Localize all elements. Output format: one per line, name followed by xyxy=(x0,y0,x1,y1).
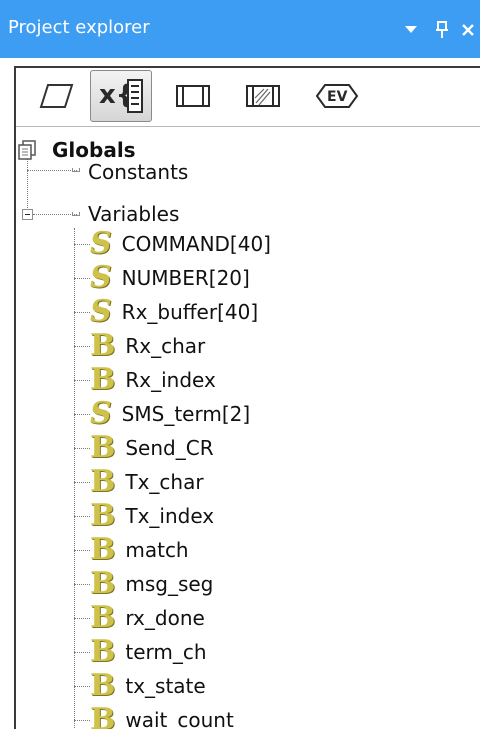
byte-type-icon: B xyxy=(90,566,116,601)
byte-type-icon: B xyxy=(90,634,116,669)
variable-label: msg_seg xyxy=(125,572,214,596)
hatched-module-icon xyxy=(246,85,280,107)
string-type-icon: S xyxy=(90,294,112,329)
variable-label: Rx_index xyxy=(125,368,216,392)
explorer-content: x{EV Globals Constants Variables S COMM… xyxy=(14,66,480,729)
byte-type-icon: B xyxy=(90,362,116,397)
variable-item[interactable]: B Tx_index xyxy=(90,500,214,532)
variable-item[interactable]: S NUMBER[20] xyxy=(90,262,250,294)
variable-item[interactable]: B Tx_char xyxy=(90,466,204,498)
variables-connector xyxy=(33,214,77,215)
byte-type-icon: B xyxy=(90,328,116,363)
row-connector xyxy=(74,652,90,653)
variable-label: NUMBER[20] xyxy=(121,266,250,290)
constants-connector xyxy=(27,170,77,171)
row-connector xyxy=(74,482,90,483)
row-connector xyxy=(74,414,90,415)
row-connector xyxy=(74,550,90,551)
row-connector xyxy=(74,618,90,619)
module-icon xyxy=(176,85,210,107)
byte-type-icon: B xyxy=(90,702,116,729)
row-connector xyxy=(74,346,90,347)
module-tool-button[interactable] xyxy=(162,70,224,122)
row-connector xyxy=(74,584,90,585)
globals-icon xyxy=(16,138,40,162)
variable-item[interactable]: S COMMAND[40] xyxy=(90,228,271,260)
string-type-icon: S xyxy=(90,226,112,261)
row-connector xyxy=(74,244,90,245)
close-icon[interactable] xyxy=(456,18,480,42)
variable-label: rx_done xyxy=(125,606,205,630)
byte-type-icon: B xyxy=(90,600,116,635)
project-explorer-panel: Project explorer x{EV Globals Constants… xyxy=(0,0,480,729)
row-connector xyxy=(74,448,90,449)
row-connector xyxy=(74,380,90,381)
variable-label: Tx_char xyxy=(125,470,204,494)
variable-item[interactable]: B rx_done xyxy=(90,602,205,634)
explorer-tree: Globals Constants Variables S COMMAND[40… xyxy=(16,128,480,729)
variable-item[interactable]: S Rx_buffer[40] xyxy=(90,296,258,328)
event-icon: EV xyxy=(315,84,359,108)
variable-item[interactable]: B msg_seg xyxy=(90,568,213,600)
variable-item[interactable]: B Rx_char xyxy=(90,330,205,362)
string-type-icon: S xyxy=(90,260,112,295)
variable-item[interactable]: B term_ch xyxy=(90,636,207,668)
row-connector xyxy=(74,720,90,721)
row-connector xyxy=(74,686,90,687)
variable-label: COMMAND[40] xyxy=(121,232,271,256)
byte-type-icon: B xyxy=(90,668,116,703)
variable-label: Send_CR xyxy=(125,436,214,460)
byte-type-icon: B xyxy=(90,464,116,499)
panel-titlebar: Project explorer xyxy=(0,0,480,58)
parallelogram-tool-button[interactable] xyxy=(26,70,88,122)
variables-tool-button[interactable]: x{ xyxy=(90,70,152,122)
event-tool-button[interactable]: EV xyxy=(306,70,368,122)
constants-label: Constants xyxy=(88,160,189,184)
variables-icon: x{ xyxy=(99,79,143,113)
variable-label: SMS_term[2] xyxy=(121,402,251,426)
variable-label: Rx_char xyxy=(125,334,206,358)
variable-label: Tx_index xyxy=(125,504,215,528)
byte-type-icon: B xyxy=(90,532,116,567)
explorer-toolbar: x{EV xyxy=(16,68,480,127)
variable-item[interactable]: B Send_CR xyxy=(90,432,214,464)
variables-children-connector xyxy=(74,228,75,729)
constants-node[interactable]: Constants xyxy=(88,156,188,188)
variable-label: wait_count xyxy=(125,708,234,729)
variables-label: Variables xyxy=(88,202,180,226)
byte-type-icon: B xyxy=(90,498,116,533)
variables-collapse-toggle[interactable] xyxy=(22,209,33,220)
row-connector xyxy=(74,516,90,517)
variable-label: term_ch xyxy=(125,640,207,664)
variable-label: match xyxy=(125,538,189,562)
variable-item[interactable]: B match xyxy=(90,534,189,566)
chevron-down-icon[interactable] xyxy=(399,18,423,42)
row-connector xyxy=(74,312,90,313)
variable-label: tx_state xyxy=(125,674,206,698)
variable-item[interactable]: B Rx_index xyxy=(90,364,216,396)
variable-item[interactable]: B tx_state xyxy=(90,670,206,702)
parallelogram-icon xyxy=(39,84,74,108)
panel-title: Project explorer xyxy=(8,17,150,38)
variable-item[interactable]: B wait_count xyxy=(90,704,234,729)
row-connector xyxy=(74,278,90,279)
event-icon-text: EV xyxy=(327,89,348,105)
variables-node-connector xyxy=(72,212,80,216)
string-type-icon: S xyxy=(90,396,112,431)
variable-item[interactable]: S SMS_term[2] xyxy=(90,398,250,430)
byte-type-icon: B xyxy=(90,430,116,465)
constants-node-connector xyxy=(72,168,80,172)
hatched-module-tool-button[interactable] xyxy=(232,70,294,122)
variable-label: Rx_buffer[40] xyxy=(121,300,259,324)
pin-icon[interactable] xyxy=(430,18,454,42)
